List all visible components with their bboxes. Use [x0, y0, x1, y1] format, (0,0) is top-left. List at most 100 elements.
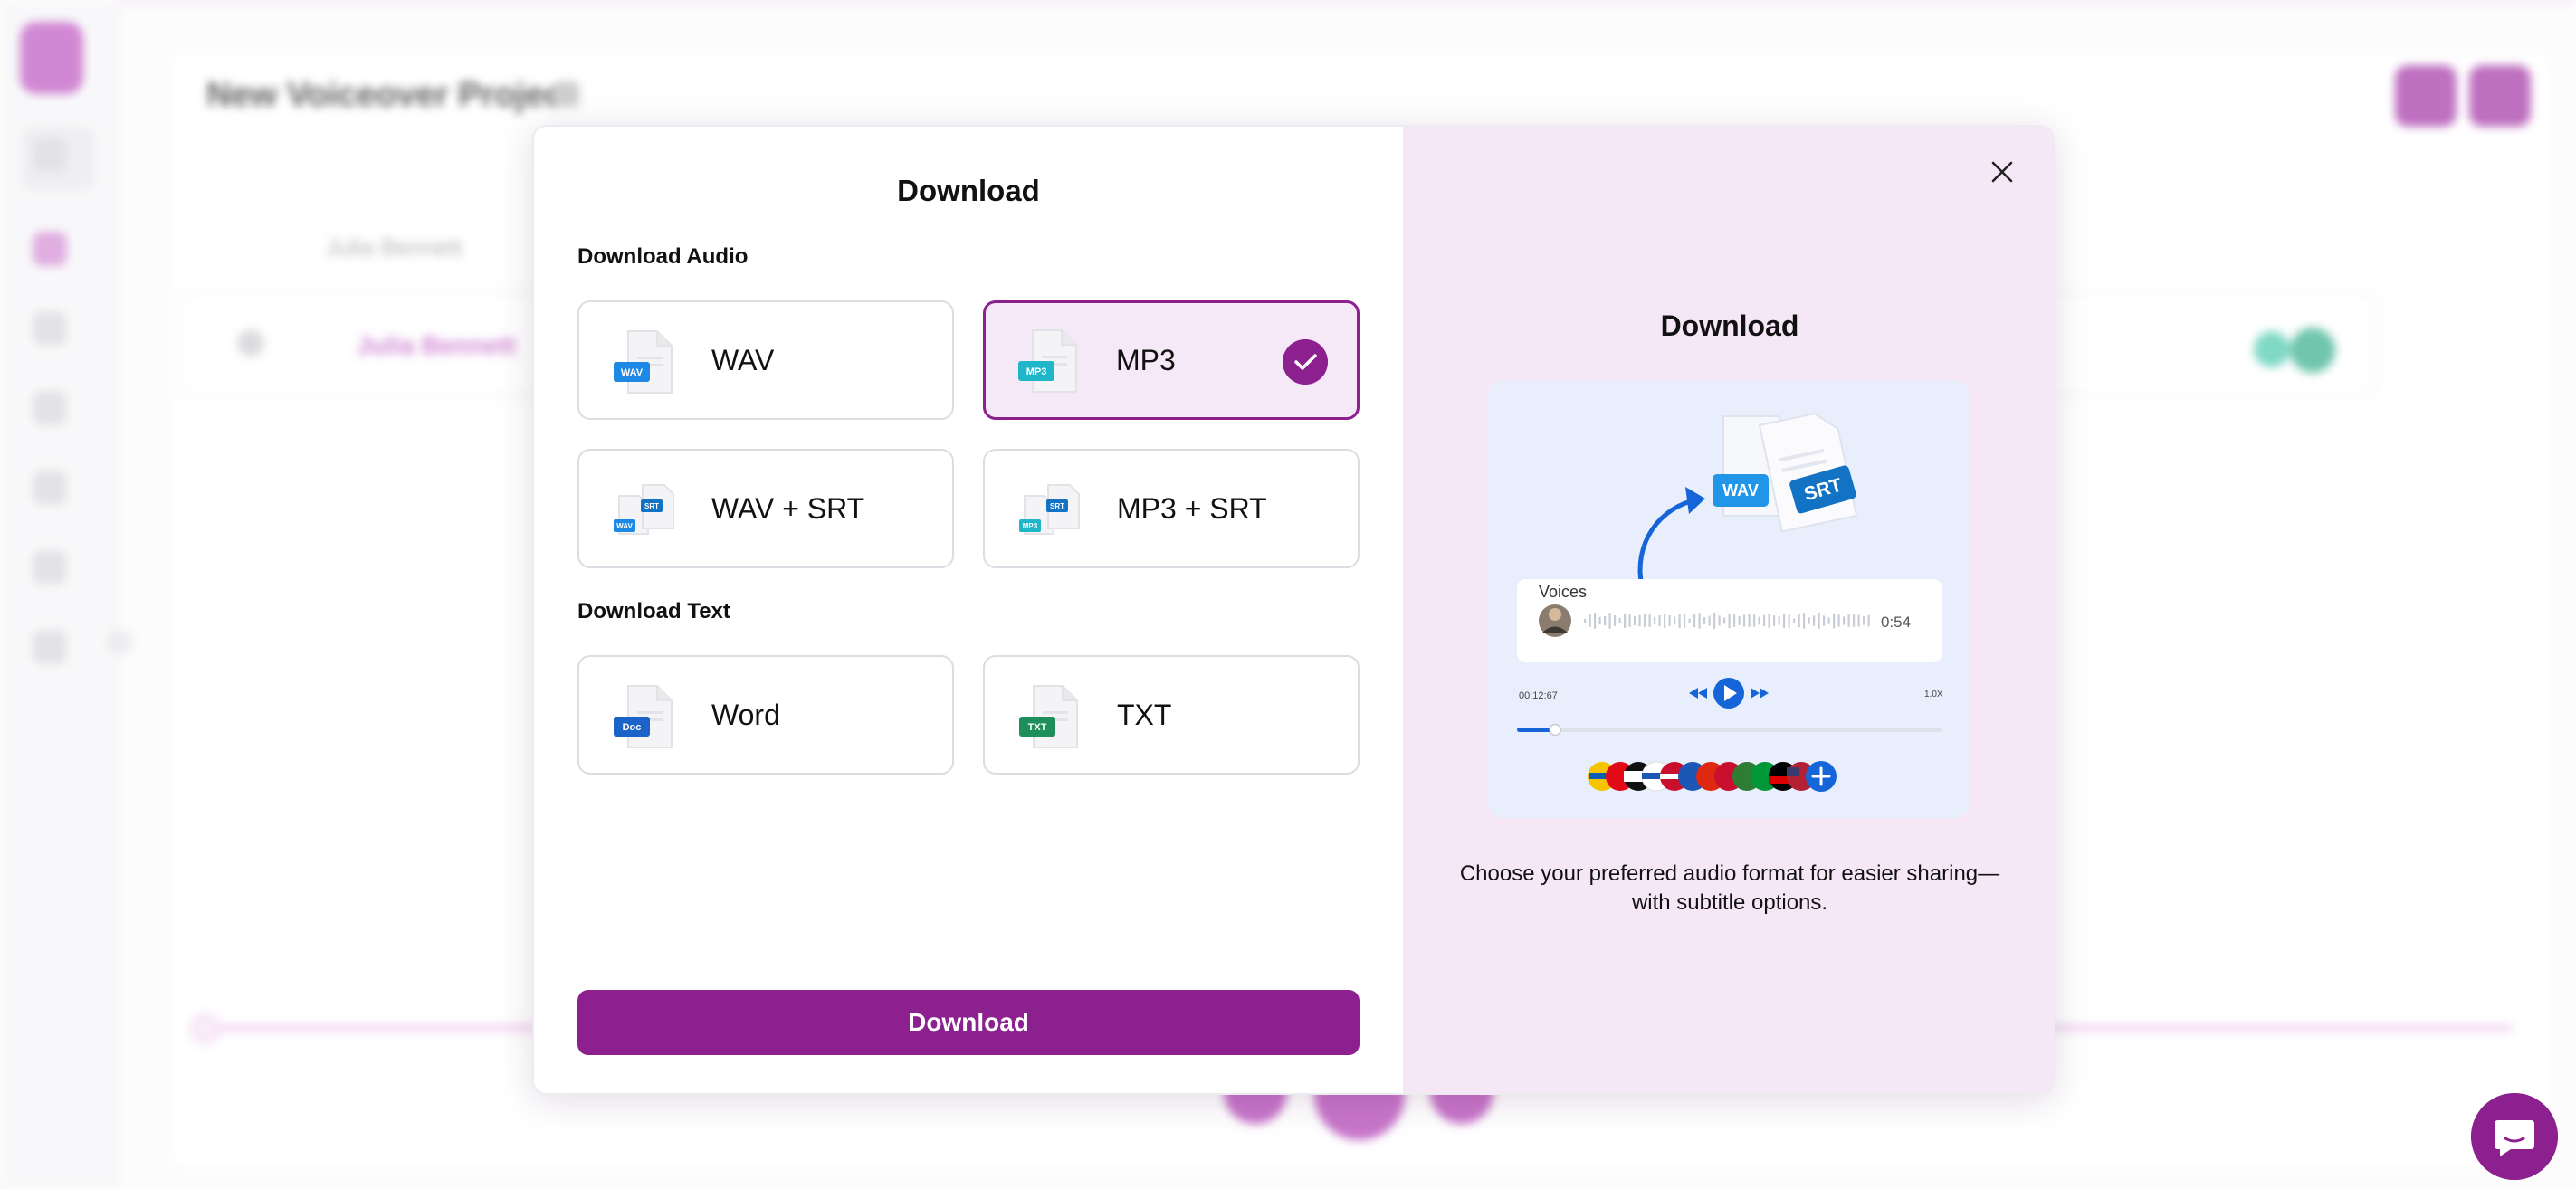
- waveform-bar: [1584, 619, 1587, 623]
- preview-description: Choose your preferred audio format for e…: [1439, 860, 2020, 918]
- waveform-bar: [1638, 614, 1641, 627]
- waveform-bar: [1788, 614, 1790, 628]
- option-mp3-label: MP3: [1116, 344, 1176, 376]
- option-word-label: Word: [711, 699, 780, 731]
- waveform-bar: [1857, 614, 1860, 627]
- option-wav-label: WAV: [711, 344, 775, 376]
- language-flags: [1588, 761, 1837, 792]
- text-section-heading: Download Text: [577, 599, 730, 623]
- waveform-bar: [1708, 615, 1711, 626]
- waveform-bar: [1837, 614, 1840, 627]
- waveform-bar: [1618, 617, 1621, 624]
- waveform-bar: [1743, 614, 1746, 627]
- preview-panel: Download WAV SRT Voices 0:54 00:12:67 1.…: [1403, 127, 2053, 1093]
- txt-file-icon: TXT: [1019, 685, 1078, 748]
- wav-srt-badge2-text: SRT: [644, 502, 659, 510]
- waveform-bar: [1803, 613, 1806, 629]
- waveform-bar: [1658, 614, 1661, 627]
- waveform-bar: [1853, 614, 1856, 627]
- waveform-bar: [1628, 614, 1631, 627]
- fast-forward-icon: [1751, 688, 1769, 699]
- download-button[interactable]: Download: [577, 990, 1360, 1055]
- mp3-badge-text: MP3: [1026, 366, 1047, 377]
- playback-speed: 1.0X: [1924, 690, 1943, 699]
- waveform-bar: [1808, 617, 1810, 624]
- option-wav-srt-label: WAV + SRT: [711, 492, 865, 525]
- waveform-bar: [1674, 616, 1676, 625]
- progress-knob: [1549, 723, 1562, 737]
- chat-bubble-icon[interactable]: [2471, 1093, 2558, 1180]
- option-mp3-srt-label: MP3 + SRT: [1117, 492, 1267, 525]
- waveform-bar: [1654, 616, 1656, 625]
- voices-label: Voices: [1539, 583, 1587, 601]
- waveform-bar: [1718, 615, 1721, 626]
- preview-title: Download: [1660, 309, 1799, 342]
- option-wav[interactable]: WAV WAV: [577, 300, 954, 420]
- waveform-bar: [1703, 617, 1706, 624]
- wav-badge-text: WAV: [621, 367, 644, 378]
- rewind-icon: [1689, 688, 1707, 699]
- waveform-bar: [1748, 614, 1751, 627]
- waveform-bar: [1813, 615, 1816, 626]
- mp3-srt-badge-text: MP3: [1023, 522, 1038, 530]
- waveform-bar: [1589, 614, 1591, 627]
- option-txt[interactable]: TXT TXT: [983, 655, 1360, 775]
- waveform-bar: [1867, 614, 1870, 627]
- waveform-bar: [1664, 614, 1666, 628]
- wav-srt-file-icon: WAV SRT: [614, 484, 674, 535]
- waveform-bar: [1594, 613, 1597, 629]
- close-icon[interactable]: [1982, 152, 2022, 192]
- check-icon: [1283, 339, 1328, 385]
- waveform-bar: [1698, 613, 1701, 629]
- option-mp3-srt[interactable]: MP3 SRT MP3 + SRT: [983, 449, 1360, 568]
- waveform-bar: [1688, 618, 1691, 623]
- waveform-bar: [1798, 614, 1800, 628]
- preview-description-line1: Choose your preferred audio format for e…: [1459, 861, 2000, 886]
- mp3-srt-file-icon: MP3 SRT: [1019, 484, 1080, 535]
- waveform-bar: [1768, 614, 1770, 628]
- waveform-bar: [1833, 613, 1836, 629]
- waveform-bar: [1818, 613, 1820, 629]
- waveform-bar: [1758, 616, 1760, 625]
- download-options-panel: Download Download Audio WAV WAV MP3 MP3: [534, 127, 1403, 1093]
- waveform-bar: [1827, 617, 1830, 624]
- arrow-head: [1685, 487, 1705, 514]
- progress-track: [1517, 728, 1942, 732]
- waveform-bar: [1793, 618, 1796, 623]
- option-wav-srt[interactable]: WAV SRT WAV + SRT: [577, 449, 954, 568]
- txt-badge-text: TXT: [1028, 722, 1047, 733]
- waveform-bar: [1738, 616, 1741, 625]
- waveform-bar: [1608, 613, 1611, 629]
- mp3-srt-badge2-text: SRT: [1050, 502, 1064, 510]
- option-word[interactable]: Doc Word: [577, 655, 954, 775]
- waveform-bar: [1678, 614, 1681, 628]
- download-modal: Download Download Audio WAV WAV MP3 MP3: [532, 125, 2055, 1095]
- mp3-file-icon: MP3: [1018, 329, 1077, 393]
- waveform-bar: [1723, 617, 1726, 624]
- current-time: 00:12:67: [1519, 690, 1558, 701]
- voice-duration: 0:54: [1881, 614, 1911, 631]
- waveform-bar: [1763, 614, 1766, 627]
- waveform-bar: [1648, 614, 1651, 627]
- word-file-icon: Doc: [614, 685, 673, 748]
- waveform-bar: [1863, 616, 1865, 625]
- waveform-bar: [1614, 615, 1617, 626]
- option-mp3[interactable]: MP3 MP3: [983, 300, 1360, 420]
- wav-tag: WAV: [1722, 481, 1759, 499]
- preview-description-line2: with subtitle options.: [1631, 890, 1828, 915]
- wav-file-icon: WAV: [614, 330, 673, 394]
- illustration-graphic: WAV SRT Voices 0:54 00:12:67 1.0X: [1517, 413, 1943, 792]
- waveform-bar: [1598, 616, 1601, 625]
- waveform-bar: [1644, 614, 1646, 627]
- wav-srt-badge-text: WAV: [616, 522, 633, 530]
- doc-badge-text: Doc: [623, 722, 642, 733]
- waveform-bar: [1773, 615, 1776, 626]
- waveform-bar: [1728, 613, 1731, 629]
- waveform-bar: [1693, 614, 1696, 628]
- waveform-bar: [1604, 615, 1607, 626]
- waveform-bar: [1713, 613, 1716, 629]
- waveform-bar: [1778, 616, 1780, 625]
- waveform-bar: [1668, 615, 1671, 626]
- waveform-bar: [1684, 614, 1686, 628]
- waveform-bar: [1783, 614, 1786, 628]
